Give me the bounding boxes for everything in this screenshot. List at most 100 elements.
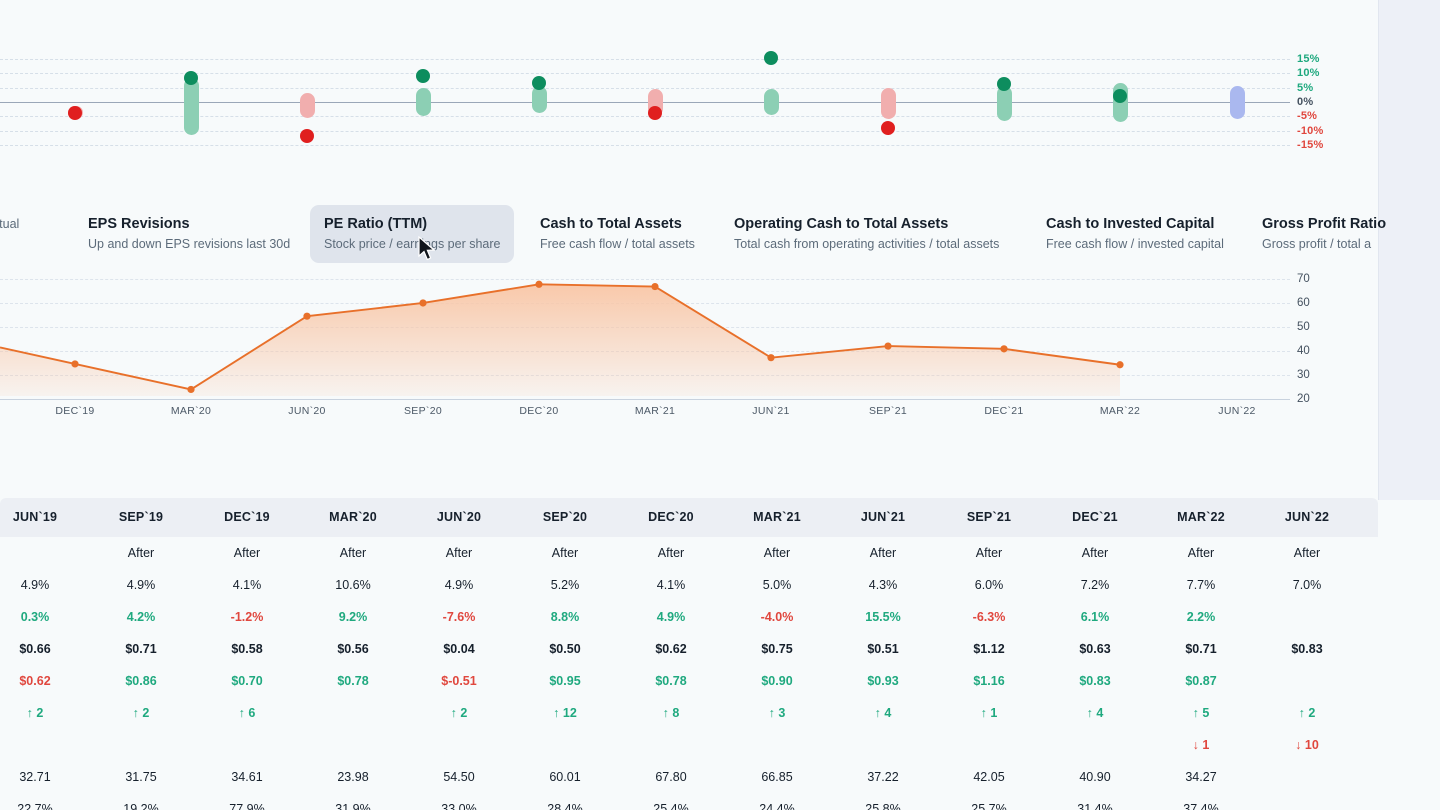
table-cell-cash-to-total-assets: 31.4% [1043,793,1147,810]
metric-tab-title: Cash to Invested Capital [1046,214,1218,234]
metric-tab[interactable]: Cash to Invested CapitalFree cash flow /… [1032,205,1232,263]
metric-tab[interactable]: vs actual [0,205,74,263]
surprise-actual-dot[interactable] [532,76,546,90]
table-cell-eps-actual: $0.78 [301,665,405,697]
table-cell-cash-to-total-assets: 31.9% [301,793,405,810]
surprise-actual-dot[interactable] [300,129,314,143]
table-cell-eps-estimate: $0.71 [89,633,193,665]
table-column-header[interactable]: MAR`21 [725,498,829,537]
table-column-header[interactable]: DEC`21 [1043,498,1147,537]
table-column-header[interactable]: DEC`19 [195,498,299,537]
table-column-header[interactable]: SEP`21 [937,498,1041,537]
line-x-tick: DEC`20 [519,405,558,417]
table-cell-surprise-percent: -6.3% [937,601,1041,633]
table-column-header[interactable]: JUN`22 [1255,498,1359,537]
surprise-actual-dot[interactable] [68,106,82,120]
table-cell-eps-actual: $0.70 [195,665,299,697]
surprise-range-bar[interactable] [764,89,779,115]
line-axis-label: 50 [1297,321,1310,333]
line-x-tick: JUN`20 [288,405,325,417]
metric-tab-title: Cash to Total Assets [540,214,702,234]
table-cell-revisions-up: ↑ 4 [1043,697,1147,729]
table-cell-timing: After [1043,537,1147,569]
table-cell-revisions-up: ↑ 2 [89,697,193,729]
table-cell-percent-plain: 4.1% [619,569,723,601]
table-column-header[interactable]: MAR`20 [301,498,405,537]
table-cell-cash-to-total-assets: 25.8% [831,793,935,810]
metric-tab[interactable]: Operating Cash to Total AssetsTotal cash… [720,205,1020,263]
table-cell-surprise-percent: 15.5% [831,601,935,633]
metric-tab[interactable]: Cash to Total AssetsFree cash flow / tot… [526,205,716,263]
table-cell-eps-estimate: $0.62 [619,633,723,665]
table-cell-pe-ratio: 60.01 [513,761,617,793]
metric-tab[interactable]: Gross Profit RatioGross profit / total a [1248,205,1378,263]
area-data-point[interactable] [187,386,194,393]
area-data-point[interactable] [1000,345,1007,352]
table-row: 0.3%4.2%-1.2%9.2%-7.6%8.8%4.9%-4.0%15.5%… [0,601,1378,633]
surprise-gridline [0,59,1290,60]
table-column-header[interactable]: SEP`20 [513,498,617,537]
table-cell-surprise-percent: 4.9% [619,601,723,633]
table-cell-timing: After [937,537,1041,569]
line-axis-label: 20 [1297,393,1310,405]
table-cell-surprise-percent: 8.8% [513,601,617,633]
area-series-svg [0,268,1290,396]
table-cell-eps-estimate: $0.83 [1255,633,1359,665]
table-column-header[interactable]: SEP`19 [89,498,193,537]
table-cell-surprise-percent: -1.2% [195,601,299,633]
line-x-tick: JUN`22 [1218,405,1255,417]
table-cell-revisions-up: ↑ 1 [937,697,1041,729]
table-cell-eps-actual: $-0.51 [407,665,511,697]
surprise-actual-dot[interactable] [997,77,1011,91]
table-row: $0.66$0.71$0.58$0.56$0.04$0.50$0.62$0.75… [0,633,1378,665]
surprise-range-bar[interactable] [1230,86,1245,119]
table-cell-revisions-up: ↑ 3 [725,697,829,729]
surprise-gridline [0,145,1290,146]
table-cell-percent-plain: 7.0% [1255,569,1359,601]
table-cell-revisions-down: ↓ 1 [1149,729,1253,761]
surprise-actual-dot[interactable] [881,121,895,135]
metric-tab[interactable]: PE Ratio (TTM)Stock price / earnings per… [310,205,514,263]
table-cell-surprise-percent: 6.1% [1043,601,1147,633]
surprise-actual-dot[interactable] [764,51,778,65]
table-cell-pe-ratio: 32.71 [0,761,87,793]
table-column-header[interactable]: JUN`20 [407,498,511,537]
metric-tab-bar[interactable]: vs actual EPS RevisionsUp and down EPS re… [0,205,1378,263]
table-cell-timing: After [301,537,405,569]
table-column-header[interactable]: JUN`19 [0,498,87,537]
surprise-actual-dot[interactable] [648,106,662,120]
area-data-point[interactable] [651,283,658,290]
table-cell-eps-actual: $0.78 [619,665,723,697]
surprise-actual-dot[interactable] [184,71,198,85]
table-column-header[interactable]: JUN`21 [831,498,935,537]
metric-tab-subtitle: Free cash flow / invested capital [1046,235,1218,253]
area-data-point[interactable] [535,281,542,288]
metric-tab-subtitle: vs actual [0,215,60,233]
surprise-range-bar[interactable] [416,88,431,117]
area-data-point[interactable] [767,354,774,361]
earnings-surprise-chart: 15%10%5%0%-5%-10%-15% [0,0,1378,200]
surprise-range-bar[interactable] [881,88,896,120]
table-cell-percent-plain: 5.0% [725,569,829,601]
area-data-point[interactable] [303,313,310,320]
area-data-point[interactable] [419,299,426,306]
surprise-range-bar[interactable] [300,93,315,117]
table-cell-revisions-up: ↑ 2 [407,697,511,729]
line-gridline [0,399,1290,400]
surprise-range-bar[interactable] [184,78,199,135]
table-column-header[interactable]: DEC`20 [619,498,723,537]
table-cell-eps-actual: $0.86 [89,665,193,697]
table-cell-eps-estimate: $0.75 [725,633,829,665]
metric-tab[interactable]: EPS RevisionsUp and down EPS revisions l… [74,205,304,263]
line-x-tick: DEC`19 [55,405,94,417]
area-data-point[interactable] [884,342,891,349]
table-body: AfterAfterAfterAfterAfterAfterAfterAfter… [0,537,1378,810]
area-data-point[interactable] [71,360,78,367]
metric-tab-title: EPS Revisions [88,214,290,234]
surprise-actual-dot[interactable] [416,69,430,83]
table-cell-eps-estimate: $0.51 [831,633,935,665]
table-column-header[interactable]: MAR`22 [1149,498,1253,537]
area-data-point[interactable] [1116,361,1123,368]
table-cell-revisions-up: ↑ 4 [831,697,935,729]
surprise-actual-dot[interactable] [1113,89,1127,103]
